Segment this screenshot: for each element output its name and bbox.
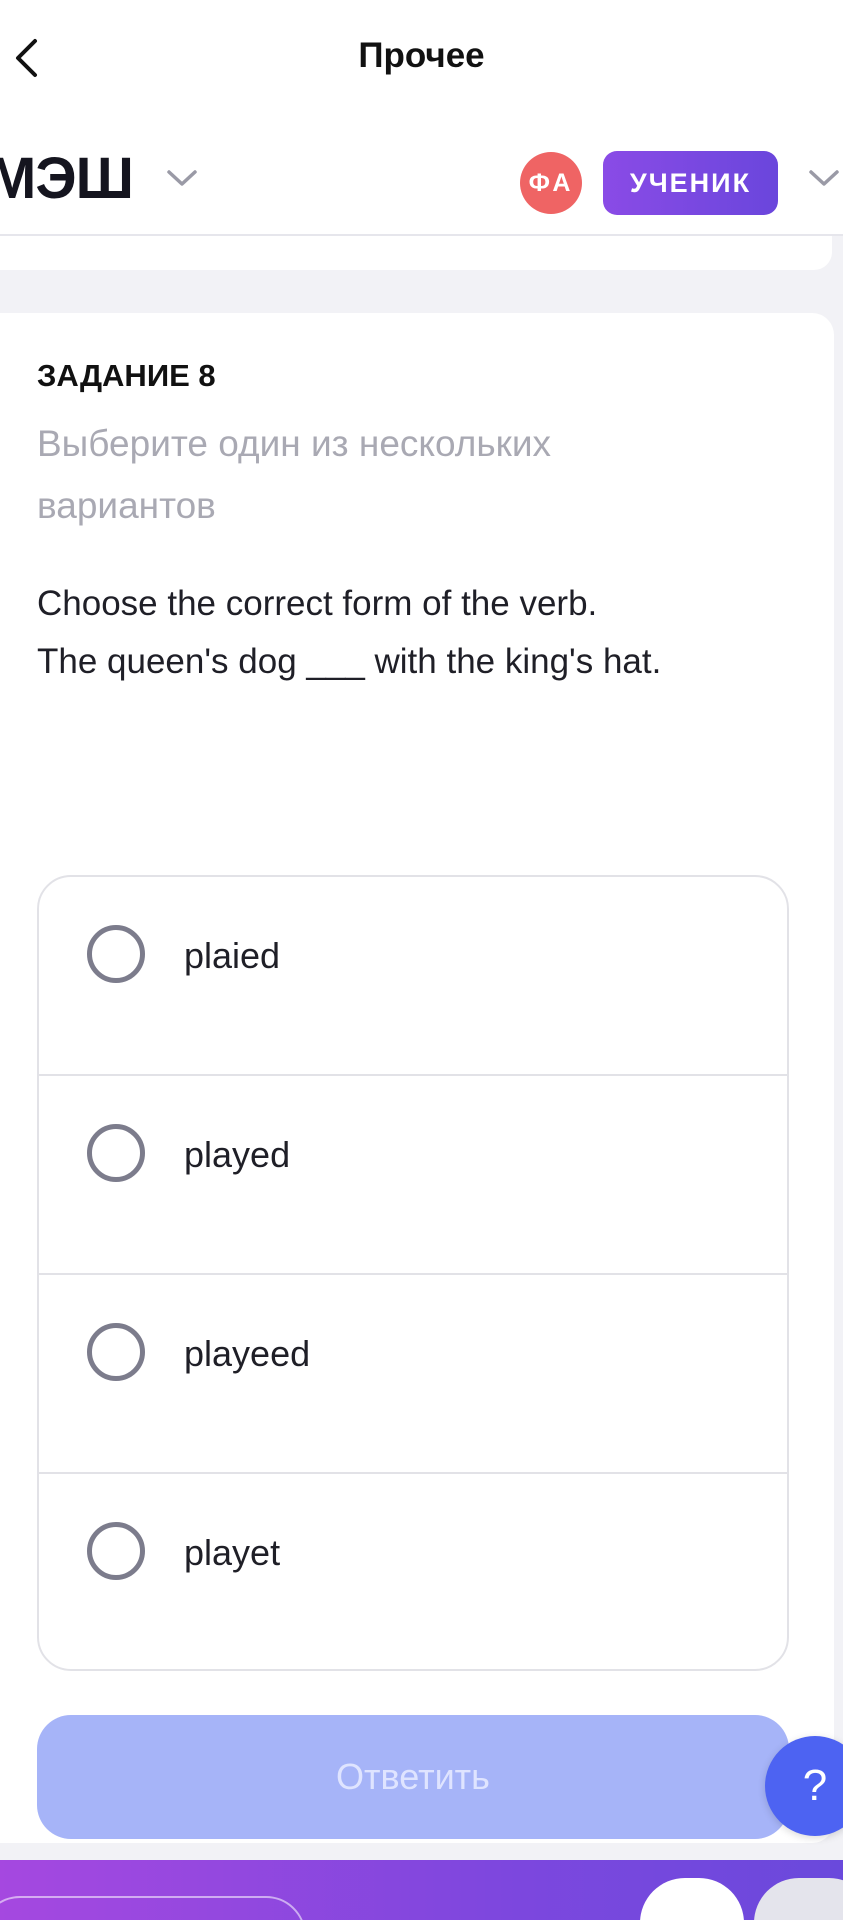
bottom-pill-button[interactable] bbox=[640, 1878, 744, 1920]
question-line: The queen's dog ___ with the king's hat. bbox=[37, 642, 662, 681]
question-text: Choose the correct form of the verb. The… bbox=[37, 575, 797, 691]
submit-button[interactable]: Ответить bbox=[37, 1715, 789, 1839]
answer-option[interactable]: played bbox=[39, 1076, 787, 1275]
role-badge[interactable]: УЧЕНИК bbox=[603, 151, 778, 215]
radio-button[interactable] bbox=[87, 1522, 145, 1580]
radio-button[interactable] bbox=[87, 925, 145, 983]
answer-options: plaied played playeed playet bbox=[37, 875, 789, 1671]
option-label: plaied bbox=[184, 935, 281, 976]
task-number: ЗАДАНИЕ 8 bbox=[37, 358, 216, 393]
top-nav-bar: Прочее bbox=[0, 0, 843, 122]
radio-button[interactable] bbox=[87, 1323, 145, 1381]
option-label: playet bbox=[184, 1532, 281, 1573]
task-instruction: Выберите один из нескольких вариантов bbox=[37, 423, 552, 526]
app-header: МЭШ ФА УЧЕНИК bbox=[0, 122, 843, 236]
previous-card bbox=[0, 236, 832, 270]
page-title: Прочее bbox=[358, 36, 485, 75]
option-label: played bbox=[184, 1134, 291, 1175]
bottom-pill-button[interactable] bbox=[0, 1896, 306, 1920]
avatar[interactable]: ФА bbox=[520, 152, 582, 214]
answer-option[interactable]: plaied bbox=[39, 877, 787, 1076]
task-card: ЗАДАНИЕ 8 Выберите один из нескольких ва… bbox=[0, 313, 834, 1843]
brand-logo[interactable]: МЭШ bbox=[0, 150, 134, 208]
option-label: playeed bbox=[184, 1333, 311, 1374]
answer-option[interactable]: playeed bbox=[39, 1275, 787, 1474]
chevron-down-icon[interactable] bbox=[808, 168, 840, 193]
bottom-pill-button[interactable] bbox=[754, 1878, 843, 1920]
answer-option[interactable]: playet bbox=[39, 1474, 787, 1669]
chevron-down-icon[interactable] bbox=[166, 168, 198, 193]
radio-button[interactable] bbox=[87, 1124, 145, 1182]
bottom-bar bbox=[0, 1860, 843, 1920]
question-line: Choose the correct form of the verb. bbox=[37, 584, 598, 623]
